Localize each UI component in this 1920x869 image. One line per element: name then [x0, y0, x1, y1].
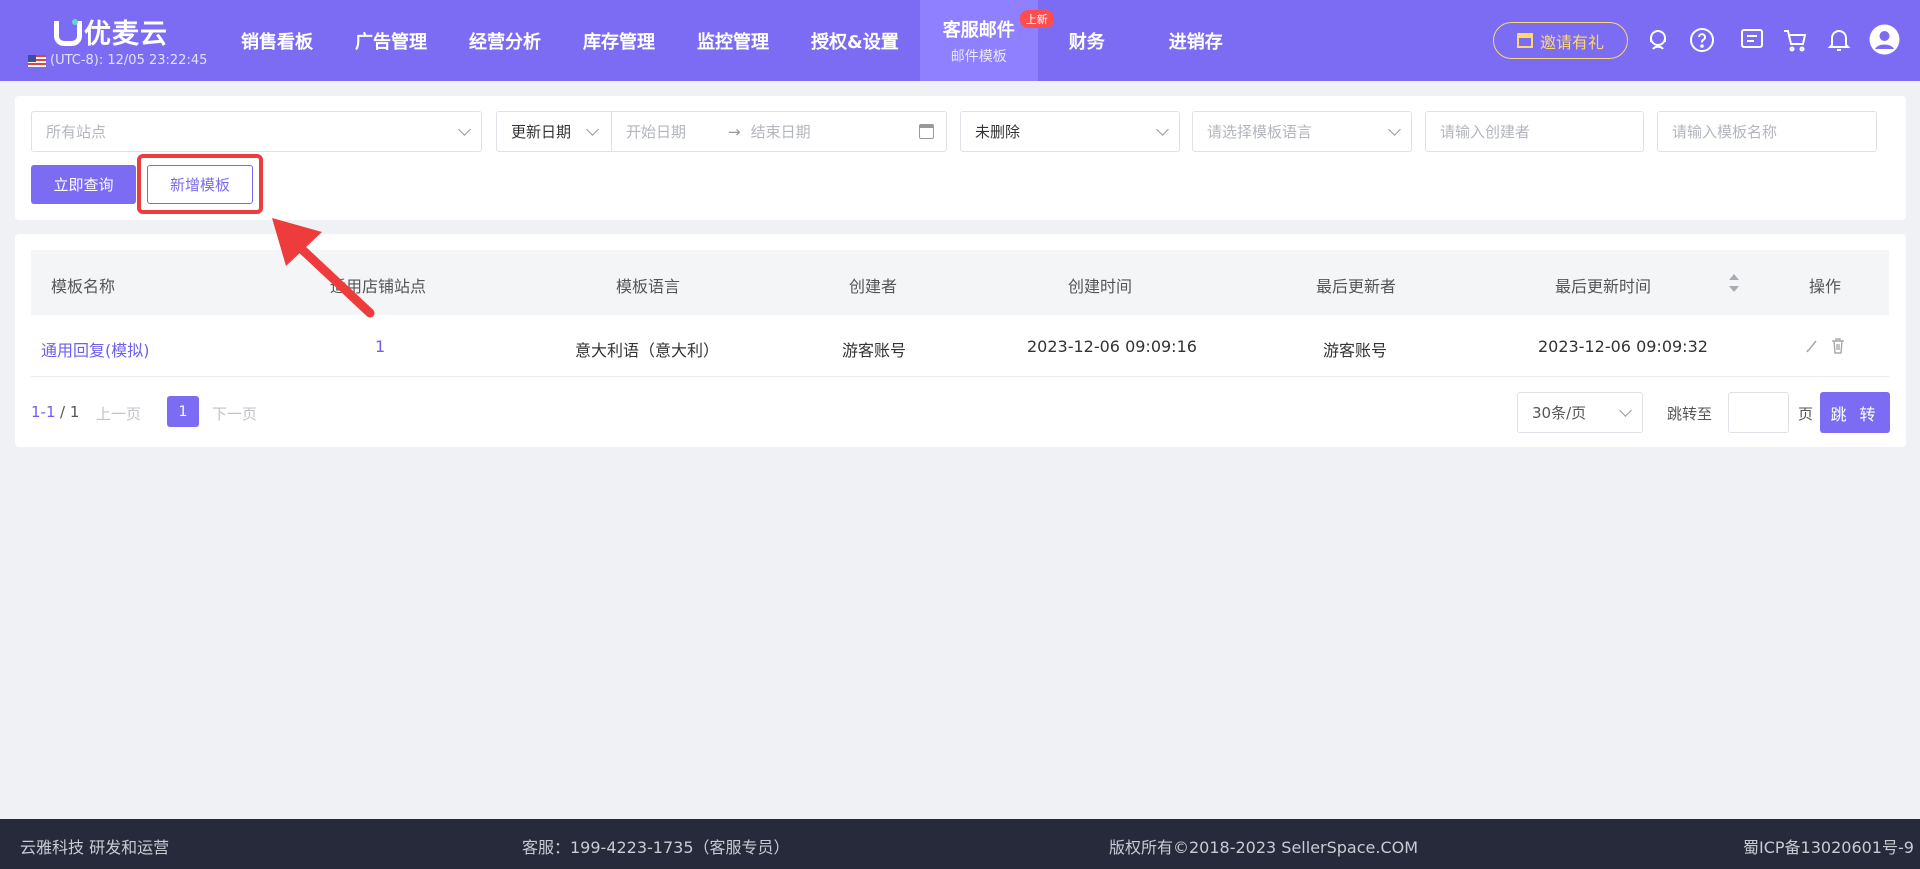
chevron-down-icon — [586, 123, 599, 136]
us-flag-icon — [28, 54, 46, 67]
col-template-name: 模板名称 — [51, 277, 116, 296]
end-date-input[interactable]: 结束日期 — [751, 121, 811, 142]
footer-service: 客服：199-4223-1735（客服专员） — [522, 838, 790, 857]
message-icon[interactable] — [1739, 27, 1765, 53]
timezone-clock: (UTC-8): 12/05 23:22:45 — [28, 53, 207, 68]
logo[interactable]: 优麦云 — [52, 12, 168, 51]
nav-analysis[interactable]: 经营分析 — [448, 0, 562, 81]
last-updater: 游客账号 — [1323, 341, 1388, 360]
site-select[interactable]: 所有站点 — [31, 111, 482, 152]
page-1-button[interactable]: 1 — [167, 396, 199, 427]
date-range-picker[interactable]: 更新日期 开始日期 → 结束日期 — [496, 111, 947, 152]
created-time: 2023-12-06 09:09:16 — [1027, 337, 1197, 356]
edit-icon[interactable] — [1805, 338, 1819, 354]
top-header: 优麦云 (UTC-8): 12/05 23:22:45 销售看板 广告管理 经营… — [0, 0, 1920, 81]
nav-sales-board[interactable]: 销售看板 — [220, 0, 334, 81]
template-language: 意大利语（意大利） — [575, 341, 720, 360]
creator-input[interactable]: 请输入创建者 — [1425, 111, 1644, 152]
page-size-select[interactable]: 30条/页 — [1517, 392, 1643, 433]
chevron-down-icon — [1619, 404, 1632, 417]
col-last-updated-time: 最后更新时间 — [1555, 277, 1652, 296]
col-last-updater: 最后更新者 — [1316, 277, 1397, 296]
calendar-icon — [919, 124, 934, 139]
chevron-down-icon — [1156, 123, 1169, 136]
status-select[interactable]: 未删除 — [960, 111, 1180, 152]
jump-page-input[interactable] — [1728, 392, 1789, 433]
main-nav: 销售看板 广告管理 经营分析 库存管理 监控管理 授权&设置 客服邮件 邮件模板… — [220, 0, 1244, 81]
language-select[interactable]: 请选择模板语言 — [1192, 111, 1412, 152]
range-arrow-icon: → — [728, 122, 741, 141]
avatar[interactable] — [1869, 24, 1900, 55]
nav-monitor[interactable]: 监控管理 — [676, 0, 790, 81]
col-language: 模板语言 — [616, 277, 681, 296]
col-created-time: 创建时间 — [1068, 277, 1133, 296]
logo-text: 优麦云 — [84, 19, 168, 50]
chevron-down-icon — [1388, 123, 1401, 136]
nav-customer-email[interactable]: 客服邮件 邮件模板 上新 — [919, 0, 1054, 81]
sort-icon[interactable] — [1729, 274, 1739, 292]
row-divider — [31, 376, 1889, 377]
highlight-annotation — [137, 154, 263, 214]
col-creator: 创建者 — [849, 277, 898, 296]
footer: 云雅科技 研发和运营 客服：199-4223-1735（客服专员） 版权所有©2… — [0, 819, 1920, 869]
jump-button[interactable]: 跳 转 — [1820, 392, 1890, 433]
template-name-input[interactable]: 请输入模板名称 — [1657, 111, 1877, 152]
page-total: / 1 — [60, 403, 80, 421]
customer-service-icon[interactable] — [1645, 27, 1671, 53]
gift-icon — [1516, 33, 1533, 48]
chevron-down-icon — [458, 123, 471, 136]
nav-finance[interactable]: 财务 — [1038, 0, 1126, 81]
nav-auth-settings[interactable]: 授权&设置 — [790, 0, 920, 81]
nav-purchase-sales[interactable]: 进销存 — [1126, 0, 1244, 81]
template-name-link[interactable]: 通用回复(模拟) — [41, 337, 150, 361]
annotation-arrow-icon — [272, 218, 375, 318]
page-range: 1-1 — [31, 403, 56, 421]
prev-page-button[interactable]: 上一页 — [96, 403, 141, 424]
footer-copyright[interactable]: 版权所有©2018-2023 SellerSpace.COM — [1109, 834, 1418, 858]
page-unit-label: 页 — [1798, 405, 1814, 423]
next-page-button[interactable]: 下一页 — [212, 403, 257, 424]
col-actions: 操作 — [1809, 277, 1842, 296]
help-icon[interactable] — [1689, 27, 1715, 53]
query-button[interactable]: 立即查询 — [31, 165, 136, 204]
last-updated-time: 2023-12-06 09:09:32 — [1538, 337, 1708, 356]
nav-inventory[interactable]: 库存管理 — [562, 0, 676, 81]
bell-icon[interactable] — [1826, 27, 1852, 53]
jump-label: 跳转至 — [1667, 405, 1713, 423]
creator: 游客账号 — [842, 341, 907, 360]
store-site-count[interactable]: 1 — [375, 337, 385, 356]
nav-sub-email-template[interactable]: 邮件模板 — [951, 46, 1007, 66]
date-type-select[interactable]: 更新日期 — [497, 112, 612, 151]
footer-icp[interactable]: 蜀ICP备13020601号-9 — [1743, 834, 1914, 858]
start-date-input[interactable]: 开始日期 — [626, 121, 686, 142]
logo-icon — [52, 18, 82, 46]
timezone-text: (UTC-8): 12/05 23:22:45 — [50, 53, 208, 68]
invite-button[interactable]: 邀请有礼 — [1493, 22, 1628, 59]
nav-ads[interactable]: 广告管理 — [334, 0, 448, 81]
footer-company: 云雅科技 研发和运营 — [20, 838, 170, 857]
trash-icon[interactable] — [1831, 338, 1845, 354]
cart-icon[interactable] — [1782, 27, 1808, 53]
